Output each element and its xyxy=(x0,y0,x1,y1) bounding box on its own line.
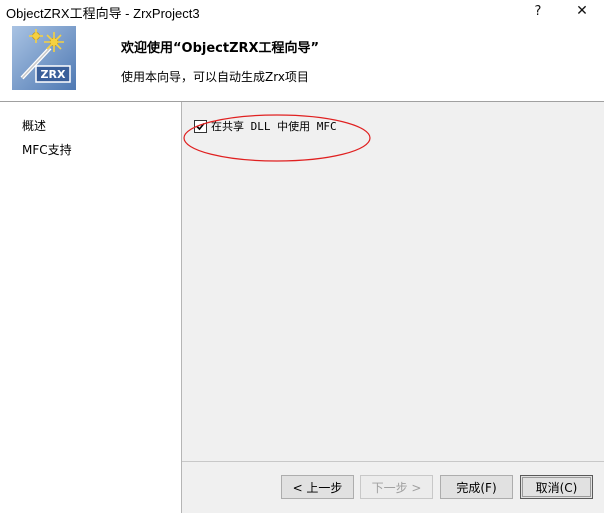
title-bar: ObjectZRX工程向导 - ZrxProject3 ? ✕ xyxy=(0,0,604,22)
window-title: ObjectZRX工程向导 - ZrxProject3 xyxy=(6,6,200,21)
next-button[interactable]: 下一步 > xyxy=(360,475,433,499)
finish-button[interactable]: 完成(F) xyxy=(440,475,513,499)
wizard-content: 在共享 DLL 中使用 MFC xyxy=(182,102,604,513)
back-button[interactable]: < 上一步 xyxy=(281,475,354,499)
header-title: 欢迎使用“ObjectZRX工程向导” xyxy=(121,41,320,56)
wizard-sidebar: 概述 MFC支持 xyxy=(0,102,181,513)
checkmark-icon xyxy=(196,122,205,130)
button-area-divider xyxy=(182,461,604,462)
close-button[interactable]: ✕ xyxy=(562,0,602,22)
checkbox-box[interactable] xyxy=(194,119,207,133)
wizard-icon-text: ZRX xyxy=(41,68,66,81)
sidebar-item-overview[interactable]: 概述 xyxy=(22,117,46,134)
cancel-button[interactable]: 取消(C) xyxy=(520,475,593,499)
header-subtitle: 使用本向导，可以自动生成Zrx项目 xyxy=(121,70,309,84)
wizard-header: ZRX 欢迎使用“ObjectZRX工程向导” 使用本向导，可以自动生成Zrx项… xyxy=(0,22,604,102)
sidebar-item-mfc-support[interactable]: MFC支持 xyxy=(22,141,72,158)
help-button[interactable]: ? xyxy=(518,0,558,22)
mfc-shared-dll-label: 在共享 DLL 中使用 MFC xyxy=(211,120,337,133)
wizard-wand-icon: ZRX xyxy=(12,26,76,90)
mfc-shared-dll-checkbox[interactable]: 在共享 DLL 中使用 MFC xyxy=(194,118,337,134)
